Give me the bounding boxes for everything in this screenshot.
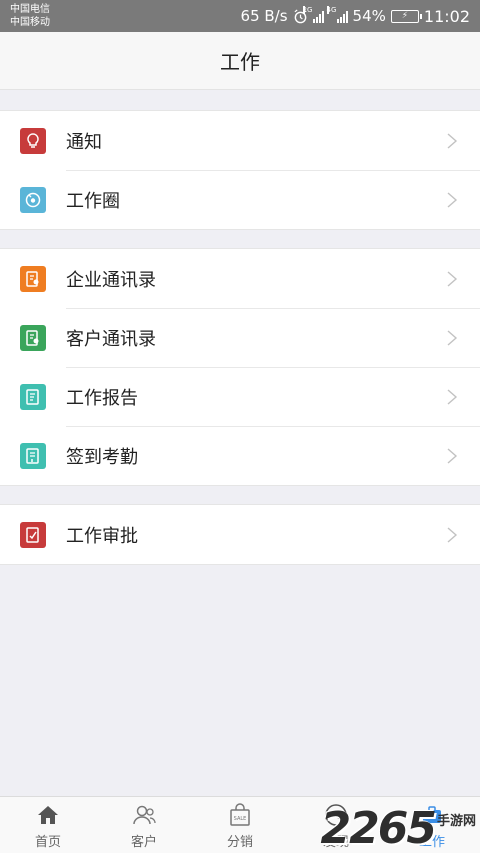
menu-label: 通知	[66, 131, 102, 153]
network-type-1: 2G	[302, 5, 313, 14]
tab-label: 分销	[226, 835, 253, 850]
chevron-right-icon	[447, 270, 458, 287]
tab-customer[interactable]: 客户	[96, 797, 192, 853]
tab-distribution[interactable]: SALE 分销	[192, 797, 288, 853]
tab-label: 首页	[34, 835, 61, 850]
menu-item-checkin[interactable]: 签到考勤	[0, 426, 480, 485]
compass-icon	[325, 804, 347, 826]
battery-percent: 54%	[352, 7, 386, 25]
nav-bar: 工作	[0, 32, 480, 90]
chevron-right-icon	[447, 526, 458, 543]
report-icon	[20, 383, 46, 410]
signal-icon: 2G	[302, 5, 324, 23]
menu-label: 签到考勤	[66, 446, 138, 468]
signal-icon: 4G	[326, 5, 348, 23]
customer-icon	[133, 805, 156, 825]
clock-time: 11:02	[423, 6, 470, 26]
checkin-icon	[20, 442, 46, 469]
carrier-2: 中国移动	[10, 17, 50, 28]
chevron-right-icon	[447, 447, 458, 464]
tab-discover[interactable]: 发现	[288, 797, 384, 853]
menu-group-3: 工作审批	[0, 504, 480, 565]
menu-item-company-contacts[interactable]: 企业通讯录	[0, 249, 480, 308]
menu-label: 工作报告	[66, 387, 138, 409]
chevron-right-icon	[447, 191, 458, 208]
page-title: 工作	[220, 50, 260, 74]
menu-label: 工作圈	[66, 190, 120, 212]
home-icon	[38, 806, 58, 824]
menu-label: 客户通讯录	[66, 328, 156, 350]
menu-item-work-circle[interactable]: 工作圈	[0, 170, 480, 229]
status-indicators: 65 B/s 2G 4G 54% ⚡ 11:02	[241, 5, 470, 27]
chevron-right-icon	[447, 329, 458, 346]
approval-icon	[20, 521, 46, 548]
tab-label: 发现	[322, 835, 349, 850]
menu-label: 企业通讯录	[66, 269, 156, 291]
contacts-icon	[20, 265, 46, 292]
sale-bag-icon: SALE	[230, 803, 250, 826]
menu-group-2: 企业通讯录 客户通讯录 工作报告 签到考勤	[0, 248, 480, 486]
bulb-icon	[20, 127, 46, 154]
network-type-2: 4G	[326, 5, 337, 14]
network-speed: 65 B/s	[240, 7, 288, 25]
menu-label: 工作审批	[66, 525, 138, 547]
chevron-right-icon	[447, 132, 458, 149]
carrier-1: 中国电信	[10, 4, 50, 15]
tab-label: 客户	[130, 835, 157, 850]
menu-group-1: 通知 工作圈	[0, 110, 480, 230]
tab-home[interactable]: 首页	[0, 797, 96, 853]
menu-item-approval[interactable]: 工作审批	[0, 505, 480, 564]
work-icon	[423, 806, 441, 823]
status-bar: 中国电信 中国移动 65 B/s 2G 4G 54% ⚡ 11:02	[0, 0, 480, 32]
menu-item-notice[interactable]: 通知	[0, 111, 480, 170]
menu-item-work-report[interactable]: 工作报告	[0, 367, 480, 426]
tab-work[interactable]: 工作	[384, 797, 480, 853]
chevron-right-icon	[447, 388, 458, 405]
circle-icon	[20, 186, 46, 213]
menu-item-customer-contacts[interactable]: 客户通讯录	[0, 308, 480, 367]
carrier-info: 中国电信 中国移动	[10, 3, 50, 29]
svg-text:SALE: SALE	[234, 816, 247, 822]
tab-label: 工作	[418, 835, 445, 850]
battery-icon: ⚡	[390, 9, 422, 23]
customer-contacts-icon	[20, 324, 46, 351]
tab-bar: 首页 客户 SALE 分销 发现 工作	[0, 796, 480, 853]
